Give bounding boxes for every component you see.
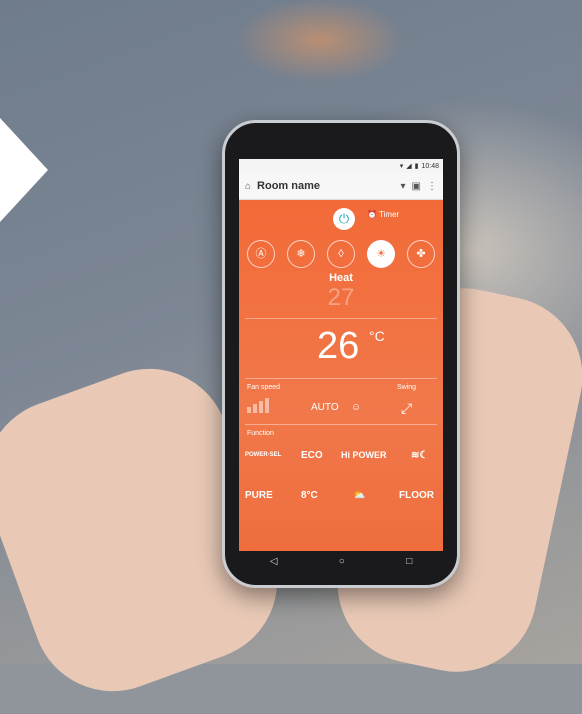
clock-icon: ⏰ [367,210,377,219]
pure-button[interactable]: PURE [245,490,273,501]
divider [245,424,437,425]
smartphone: ▾ ◢ ▮ 10:48 ⌂ Room name ▾ ▣ ⋮ ⏻ ⏰ Timer … [222,120,460,588]
mode-label: Heat [329,272,353,284]
signal-icon: ◢ [406,163,412,170]
eight-degree-button[interactable]: 8°C [301,490,318,501]
temperature-unit: °C [369,328,385,344]
fan-mode-icon[interactable]: ✤ [407,240,435,268]
calendar-icon[interactable]: ▣ [412,181,421,192]
cool-mode-icon[interactable]: ❄ [287,240,315,268]
swing-label: Swing [397,384,417,391]
comfort-icon[interactable]: ⛅ [353,490,365,501]
current-temperature: 26 [317,325,360,367]
swing-icon[interactable]: ⤢ [401,400,412,417]
set-temperature[interactable]: 27 [239,284,443,312]
quiet-fan-icon[interactable]: ☺ [351,402,361,413]
heat-mode-icon[interactable]: ☀ [367,240,395,268]
home-icon[interactable]: ⌂ [245,181,251,192]
fan-speed-bars[interactable] [247,398,269,413]
more-vert-icon[interactable]: ⋮ [427,181,437,192]
divider [245,378,437,379]
status-time: 10:48 [421,162,439,170]
power-button[interactable]: ⏻ [333,208,355,230]
wifi-icon: ▾ [399,163,404,170]
power-sel-button[interactable]: POWER-SEL [245,452,281,458]
auto-mode-icon[interactable]: Ⓐ [247,240,275,268]
fan-speed-label: Fan speed [247,384,281,391]
recent-apps-icon[interactable]: □ [406,556,412,567]
chevron-right-icon [0,118,48,222]
hi-power-button[interactable]: Hi POWER [341,450,387,460]
control-panel: ⏻ ⏰ Timer Ⓐ ❄ ◊ ☀ ✤ Heat 27 26 °C Fan sp… [239,200,443,551]
sleep-icon[interactable]: ≋☾ [411,450,428,461]
eco-button[interactable]: ECO [301,450,323,461]
status-bar: ▾ ◢ ▮ 10:48 [239,159,443,173]
function-label: Function [247,430,274,437]
divider [245,318,437,319]
battery-icon: ▮ [414,163,419,170]
timer-button[interactable]: ⏰ Timer [367,210,399,219]
phone-screen: ▾ ◢ ▮ 10:48 ⌂ Room name ▾ ▣ ⋮ ⏻ ⏰ Timer … [239,159,443,551]
android-nav-bar: ◁ ○ □ [239,551,443,571]
dry-mode-icon[interactable]: ◊ [327,240,355,268]
floor-button[interactable]: FLOOR [399,490,434,501]
app-bar: ⌂ Room name ▾ ▣ ⋮ [239,173,443,200]
home-circle-icon[interactable]: ○ [339,556,345,567]
chevron-down-icon[interactable]: ▾ [401,181,406,192]
mode-selector: Ⓐ ❄ ◊ ☀ ✤ [247,240,435,268]
back-icon[interactable]: ◁ [270,556,278,567]
room-name-title[interactable]: Room name [257,180,394,192]
fan-auto-button[interactable]: AUTO [311,402,339,413]
